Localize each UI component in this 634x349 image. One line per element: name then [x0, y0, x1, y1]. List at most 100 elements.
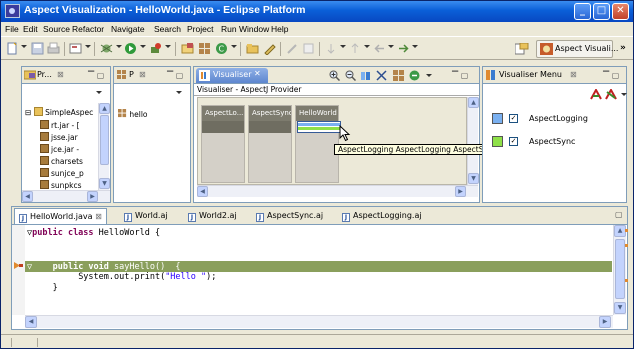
next-annotation-icon[interactable] [325, 42, 338, 55]
debug-dropdown-icon[interactable] [116, 45, 122, 48]
scroll-up-icon[interactable]: ▲ [468, 97, 479, 108]
tree-item-jar[interactable]: sunjce_p [40, 168, 84, 178]
forward-icon[interactable] [397, 42, 410, 55]
editor-tab-active[interactable]: J HelloWorld.java ⊠ [14, 208, 107, 224]
toolbar-overflow[interactable]: » [620, 43, 626, 53]
toggle-mark-icon[interactable] [302, 42, 315, 55]
vertical-scrollbar[interactable]: ▲ ▼ [467, 97, 479, 185]
open-type-dropdown-icon[interactable] [85, 45, 91, 48]
close-icon[interactable]: ✕ [254, 69, 261, 78]
overview-marker[interactable] [625, 279, 628, 282]
menu-help[interactable]: Help [271, 24, 288, 34]
close-icon[interactable]: ⊠ [570, 70, 577, 79]
overview-marker[interactable] [625, 244, 628, 247]
tree-item-jar[interactable]: charsets [40, 156, 83, 166]
tree-item-jar[interactable]: jce.jar - [40, 144, 79, 154]
editor-tab[interactable]: J AspectLogging.aj [338, 208, 426, 224]
horizontal-scrollbar[interactable]: ◀ ▶ [25, 315, 613, 328]
menu-navigate[interactable]: Navigate [111, 24, 145, 34]
zoom-in-icon[interactable] [329, 70, 340, 81]
open-perspective-icon[interactable] [515, 43, 529, 55]
annotation-icon[interactable] [286, 42, 299, 55]
forward-dropdown-icon[interactable] [412, 45, 418, 48]
scroll-left-icon[interactable]: ◀ [22, 191, 33, 202]
perspective-switcher[interactable]: Aspect Visuali... [536, 40, 618, 58]
editor-tab[interactable]: J AspectSync.aj [252, 208, 327, 224]
tree-item-jar[interactable]: rt.jar - [ [40, 120, 80, 130]
legend-item-aspectlogging[interactable]: ✓ AspectLogging [492, 113, 612, 125]
scroll-right-icon[interactable]: ▶ [87, 191, 98, 202]
tree-item-package[interactable]: hello [118, 109, 148, 119]
visualiser-bar-selected[interactable]: HelloWorld [295, 105, 341, 183]
collapse-icon[interactable]: ⊟ [25, 108, 31, 117]
menu-source[interactable]: Source [43, 24, 70, 34]
selected-stripe-block[interactable] [297, 121, 341, 133]
external-tools-icon[interactable] [149, 42, 162, 55]
vertical-scrollbar[interactable]: ▲ ▼ [613, 225, 626, 315]
scroll-up-icon[interactable]: ▲ [99, 103, 110, 114]
hierarchy-tab[interactable]: P [129, 70, 134, 79]
close-button[interactable]: ✕ [612, 3, 629, 20]
prev-annotation-dropdown-icon[interactable] [364, 45, 370, 48]
tree-item-jar[interactable]: sunpkcs [40, 180, 82, 190]
back-dropdown-icon[interactable] [388, 45, 394, 48]
fit-to-view-icon[interactable] [360, 70, 371, 81]
aspect-checkbox[interactable]: ✓ [509, 114, 518, 123]
new-icon[interactable] [6, 42, 19, 55]
debug-icon[interactable] [100, 42, 113, 55]
pencil-icon[interactable] [263, 42, 276, 55]
scroll-left-icon[interactable]: ◀ [197, 186, 208, 197]
select-all-aspects-icon[interactable] [590, 89, 602, 100]
menu-search[interactable]: Search [154, 24, 181, 34]
new-dropdown-icon[interactable] [21, 45, 27, 48]
code-line[interactable]: } [27, 283, 58, 293]
view-menu-icon[interactable] [96, 91, 102, 94]
view-menu-icon[interactable] [176, 91, 182, 94]
min-max-icon[interactable]: ▔ ▢ [452, 71, 468, 80]
tree-item-jar[interactable]: jsse.jar [40, 132, 78, 142]
open-folder-icon[interactable] [246, 42, 259, 55]
package-view-icon[interactable] [393, 70, 404, 81]
class-view-icon[interactable] [409, 70, 420, 81]
horizontal-scrollbar[interactable]: ◀ ▶ [22, 190, 110, 202]
view-menu-icon[interactable] [621, 93, 627, 96]
color-swatch[interactable] [492, 136, 503, 147]
aspect-checkbox[interactable]: ✓ [509, 137, 518, 146]
close-icon[interactable]: ⊠ [57, 70, 64, 79]
visualiser-bar[interactable]: AspectLo... [201, 105, 245, 183]
new-class-dropdown-icon[interactable] [231, 45, 237, 48]
close-icon[interactable]: ⊠ [139, 70, 146, 79]
package-explorer-tab[interactable]: Pr... [37, 70, 52, 79]
scroll-right-icon[interactable]: ▶ [599, 316, 611, 328]
back-icon[interactable] [373, 42, 386, 55]
run-dropdown-icon[interactable] [140, 45, 146, 48]
minimize-button[interactable]: _ [574, 3, 591, 20]
zoom-out-icon[interactable] [345, 70, 356, 81]
menu-edit[interactable]: Edit [23, 24, 38, 34]
close-icon[interactable]: ⊠ [95, 212, 102, 221]
scroll-down-icon[interactable]: ▼ [614, 302, 626, 314]
min-max-icon[interactable]: ▔ ▢ [603, 71, 619, 80]
deselect-all-aspects-icon[interactable] [605, 89, 617, 100]
code-line[interactable]: ▽ public void sayHello() { [27, 262, 181, 272]
code-line[interactable]: ▽public class HelloWorld { [27, 228, 160, 238]
scroll-down-icon[interactable]: ▼ [99, 178, 110, 189]
external-tools-dropdown-icon[interactable] [165, 45, 171, 48]
visualiser-menu-dropdown-icon[interactable] [426, 74, 432, 77]
legend-item-aspectsync[interactable]: ✓ AspectSync [492, 136, 612, 148]
limit-view-icon[interactable] [376, 70, 387, 81]
new-java-project-icon[interactable] [181, 42, 194, 55]
scroll-left-icon[interactable]: ◀ [25, 316, 37, 328]
menu-run[interactable]: Run [221, 24, 237, 34]
visualiser-menu-tab[interactable]: Visualiser Menu [499, 70, 562, 79]
maximize-editor-icon[interactable]: ▢ [615, 210, 623, 219]
print-icon[interactable] [47, 42, 60, 55]
editor-tab[interactable]: J World2.aj [184, 208, 241, 224]
open-type-icon[interactable] [69, 42, 82, 55]
menu-file[interactable]: File [5, 24, 19, 34]
overview-marker[interactable] [625, 229, 628, 232]
color-swatch[interactable] [492, 113, 503, 124]
menu-refactor[interactable]: Refactor [72, 24, 104, 34]
menu-window[interactable]: Window [239, 24, 269, 34]
next-annotation-dropdown-icon[interactable] [340, 45, 346, 48]
